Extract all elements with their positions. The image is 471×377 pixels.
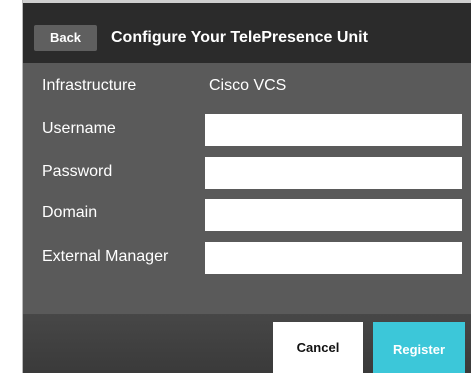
infrastructure-label: Infrastructure [42, 77, 137, 94]
infrastructure-value: Cisco VCS [209, 77, 287, 94]
dialog-title: Configure Your TelePresence Unit [111, 29, 368, 46]
username-field[interactable] [205, 114, 462, 146]
external-manager-label: External Manager [42, 248, 169, 265]
external-manager-field[interactable] [205, 242, 462, 274]
domain-field[interactable] [205, 199, 462, 231]
register-button[interactable]: Register [373, 322, 465, 373]
dialog-body: Infrastructure Cisco VCS Username Passwo… [23, 63, 471, 314]
username-label: Username [42, 120, 116, 137]
back-button[interactable]: Back [34, 25, 97, 51]
dialog-header: Back Configure Your TelePresence Unit [23, 0, 471, 63]
password-label: Password [42, 163, 113, 180]
cancel-button[interactable]: Cancel [273, 322, 363, 373]
domain-label: Domain [42, 204, 98, 221]
password-field[interactable] [205, 157, 462, 189]
configure-dialog: Back Configure Your TelePresence Unit In… [22, 0, 471, 373]
dialog-footer: Cancel Register [23, 314, 471, 373]
